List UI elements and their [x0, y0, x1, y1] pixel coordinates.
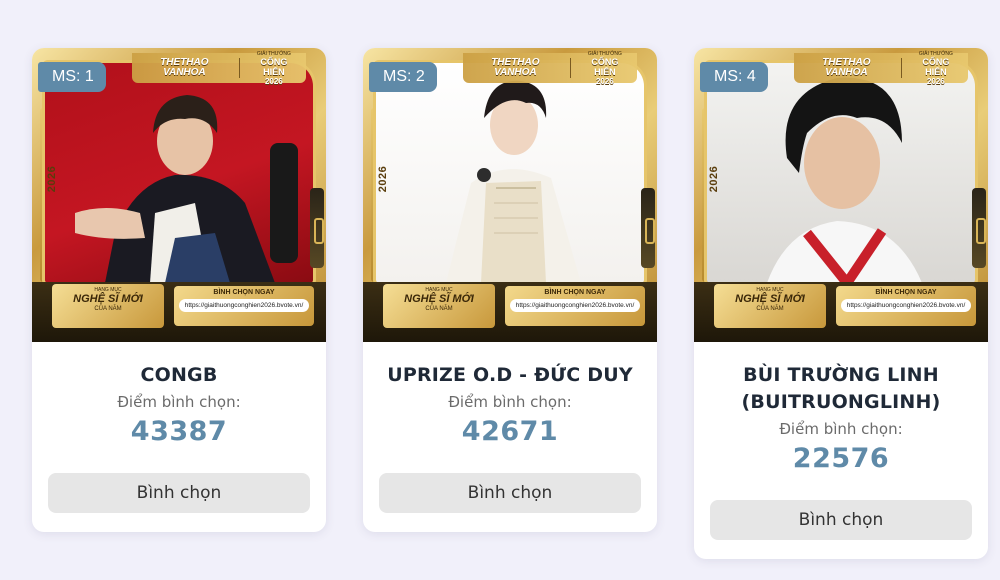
- poster-year: 2026: [377, 165, 389, 193]
- award-title: CỐNG HIẾN: [922, 56, 950, 77]
- vote-url: https://giaithuongconghien2026.bvote.vn/: [841, 299, 971, 312]
- poster-photo-frame: [42, 60, 316, 286]
- score-label: Điểm bình chọn:: [779, 420, 903, 438]
- category-name: NGHỆ SĨ MỚI: [404, 293, 474, 305]
- award-year: 2026: [595, 76, 614, 86]
- category-badge: HẠNG MỤC NGHỆ SĨ MỚI CỦA NĂM: [52, 284, 164, 328]
- candidate-number-badge: MS: 1: [38, 62, 106, 92]
- award-title: CỐNG HIẾN: [260, 56, 288, 77]
- candidate-name: CONGB: [140, 364, 218, 386]
- vote-button[interactable]: Bình chọn: [48, 473, 310, 513]
- award-logo: GIẢI THƯỞNG CỐNG HIẾN 2026: [250, 51, 298, 86]
- candidate-card: 2026 THETHAO VANHOA GIẢI THƯỞNG CỐNG HIẾ…: [32, 48, 326, 532]
- poster-ornament: [972, 188, 986, 268]
- score-value: 43387: [130, 416, 228, 447]
- vote-now-banner: BÌNH CHỌN NGAY https://giaithuongconghie…: [174, 286, 314, 326]
- award-top-text: GIẢI THƯỞNG: [256, 50, 291, 57]
- person-figure: [446, 80, 581, 283]
- vote-now-label: BÌNH CHỌN NGAY: [213, 289, 275, 296]
- header-divider: [900, 58, 902, 78]
- award-logo: GIẢI THƯỞNG CỐNG HIẾN 2026: [581, 51, 629, 86]
- header-divider: [569, 58, 571, 78]
- award-title: CỐNG HIẾN: [591, 56, 619, 77]
- award-year: 2026: [264, 76, 283, 86]
- candidate-name: UPRIZE O.D - ĐỨC DUY: [387, 364, 633, 386]
- award-top-text: GIẢI THƯỞNG: [918, 50, 953, 57]
- score-label: Điểm bình chọn:: [448, 393, 572, 411]
- candidate-poster[interactable]: 2026 THETHAO VANHOA GIẢI THƯỞNG CỐNG HIẾ…: [694, 48, 988, 342]
- category-name: NGHỆ SĨ MỚI: [73, 293, 143, 305]
- candidate-poster[interactable]: 2026 THETHAO VANHOA GIẢI THƯỞNG CỐNG HIẾ…: [363, 48, 657, 342]
- candidate-info: BÙI TRƯỜNG LINH (BUITRUONGLINH) Điểm bìn…: [694, 342, 988, 475]
- vote-now-banner: BÌNH CHỌN NGAY https://giaithuongconghie…: [505, 286, 645, 326]
- vote-button[interactable]: Bình chọn: [379, 473, 641, 513]
- score-label: Điểm bình chọn:: [117, 393, 241, 411]
- poster-header: THETHAO VANHOA GIẢI THƯỞNG CỐNG HIẾN 202…: [794, 51, 968, 86]
- poster-header: THETHAO VANHOA GIẢI THƯỞNG CỐNG HIẾN 202…: [463, 51, 637, 86]
- header-divider: [238, 58, 240, 78]
- poster-ornament: [310, 188, 324, 268]
- candidate-photo: [45, 63, 313, 283]
- candidate-photo: [376, 63, 644, 283]
- poster-ornament: [641, 188, 655, 268]
- category-badge: HẠNG MỤC NGHỆ SĨ MỚI CỦA NĂM: [714, 284, 826, 328]
- poster-header: THETHAO VANHOA GIẢI THƯỞNG CỐNG HIẾN 202…: [132, 51, 306, 86]
- category-badge: HẠNG MỤC NGHỆ SĨ MỚI CỦA NĂM: [383, 284, 495, 328]
- candidate-photo: [707, 63, 975, 283]
- candidate-number-badge: MS: 2: [369, 62, 437, 92]
- person-figure: [767, 77, 922, 283]
- award-year: 2026: [926, 76, 945, 86]
- category-sub: CỦA NĂM: [756, 306, 784, 312]
- candidate-card: 2026 THETHAO VANHOA GIẢI THƯỞNG CỐNG HIẾ…: [694, 48, 988, 559]
- candidate-number-badge: MS: 4: [700, 62, 768, 92]
- vote-now-banner: BÌNH CHỌN NGAY https://giaithuongconghie…: [836, 286, 976, 326]
- vote-url: https://giaithuongconghien2026.bvote.vn/: [179, 299, 309, 312]
- candidate-info: UPRIZE O.D - ĐỨC DUY Điểm bình chọn: 426…: [363, 342, 657, 448]
- poster-year: 2026: [708, 165, 720, 193]
- poster-photo-frame: [704, 60, 978, 286]
- magazine-logo: THETHAO VANHOA: [822, 57, 871, 78]
- candidate-name: BÙI TRƯỜNG LINH (BUITRUONGLINH): [741, 364, 941, 413]
- vote-url: https://giaithuongconghien2026.bvote.vn/: [510, 299, 640, 312]
- candidate-card: 2026 THETHAO VANHOA GIẢI THƯỞNG CỐNG HIẾ…: [363, 48, 657, 532]
- category-sub: CỦA NĂM: [425, 306, 453, 312]
- poster-year: 2026: [46, 165, 58, 193]
- magazine-logo: THETHAO VANHOA: [491, 57, 540, 78]
- score-value: 22576: [792, 443, 890, 474]
- candidate-poster[interactable]: 2026 THETHAO VANHOA GIẢI THƯỞNG CỐNG HIẾ…: [32, 48, 326, 342]
- candidate-info: CONGB Điểm bình chọn: 43387: [32, 342, 326, 448]
- vote-button[interactable]: Bình chọn: [710, 500, 972, 540]
- award-logo: GIẢI THƯỞNG CỐNG HIẾN 2026: [912, 51, 960, 86]
- score-value: 42671: [461, 416, 559, 447]
- magazine-logo: THETHAO VANHOA: [160, 57, 209, 78]
- vote-now-label: BÌNH CHỌN NGAY: [875, 289, 937, 296]
- person-figure: [75, 95, 298, 283]
- category-sub: CỦA NĂM: [94, 306, 122, 312]
- award-top-text: GIẢI THƯỞNG: [587, 50, 622, 57]
- vote-now-label: BÌNH CHỌN NGAY: [544, 289, 606, 296]
- poster-photo-frame: [373, 60, 647, 286]
- category-name: NGHỆ SĨ MỚI: [735, 293, 805, 305]
